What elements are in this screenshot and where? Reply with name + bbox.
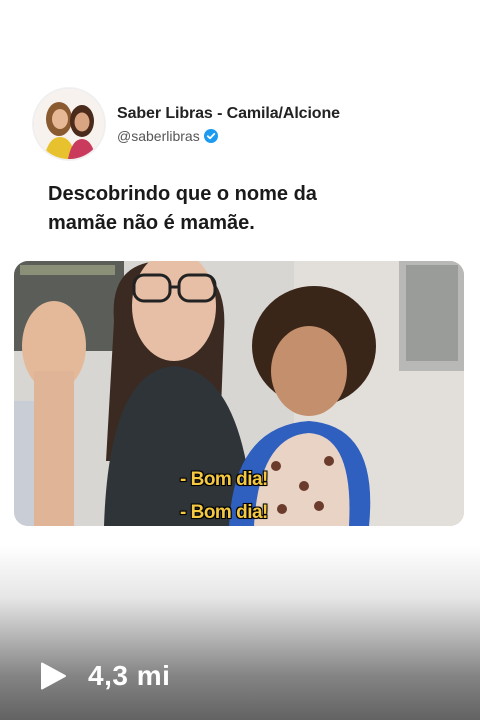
author-name[interactable]: Saber Libras - Camila/Alcione	[117, 105, 340, 123]
avatar[interactable]	[33, 88, 105, 160]
view-stats: 4,3 mi	[38, 660, 170, 692]
author-handle-row: @saberlibras	[117, 128, 340, 144]
author-info: Saber Libras - Camila/Alcione @saberlibr…	[117, 105, 340, 144]
view-count: 4,3 mi	[88, 660, 171, 691]
post-text: Descobrindo que o nome da mamãe não é ma…	[48, 183, 317, 234]
verified-badge-icon	[203, 128, 218, 143]
post-header: Saber Libras - Camila/Alcione @saberlibr…	[33, 88, 340, 160]
video-caption-2: - Bom dia!	[180, 502, 268, 523]
video-caption-1: - Bom dia!	[180, 469, 268, 490]
play-icon[interactable]	[38, 661, 68, 691]
author-handle[interactable]: @saberlibras	[117, 128, 200, 144]
bottom-overlay	[0, 545, 480, 720]
